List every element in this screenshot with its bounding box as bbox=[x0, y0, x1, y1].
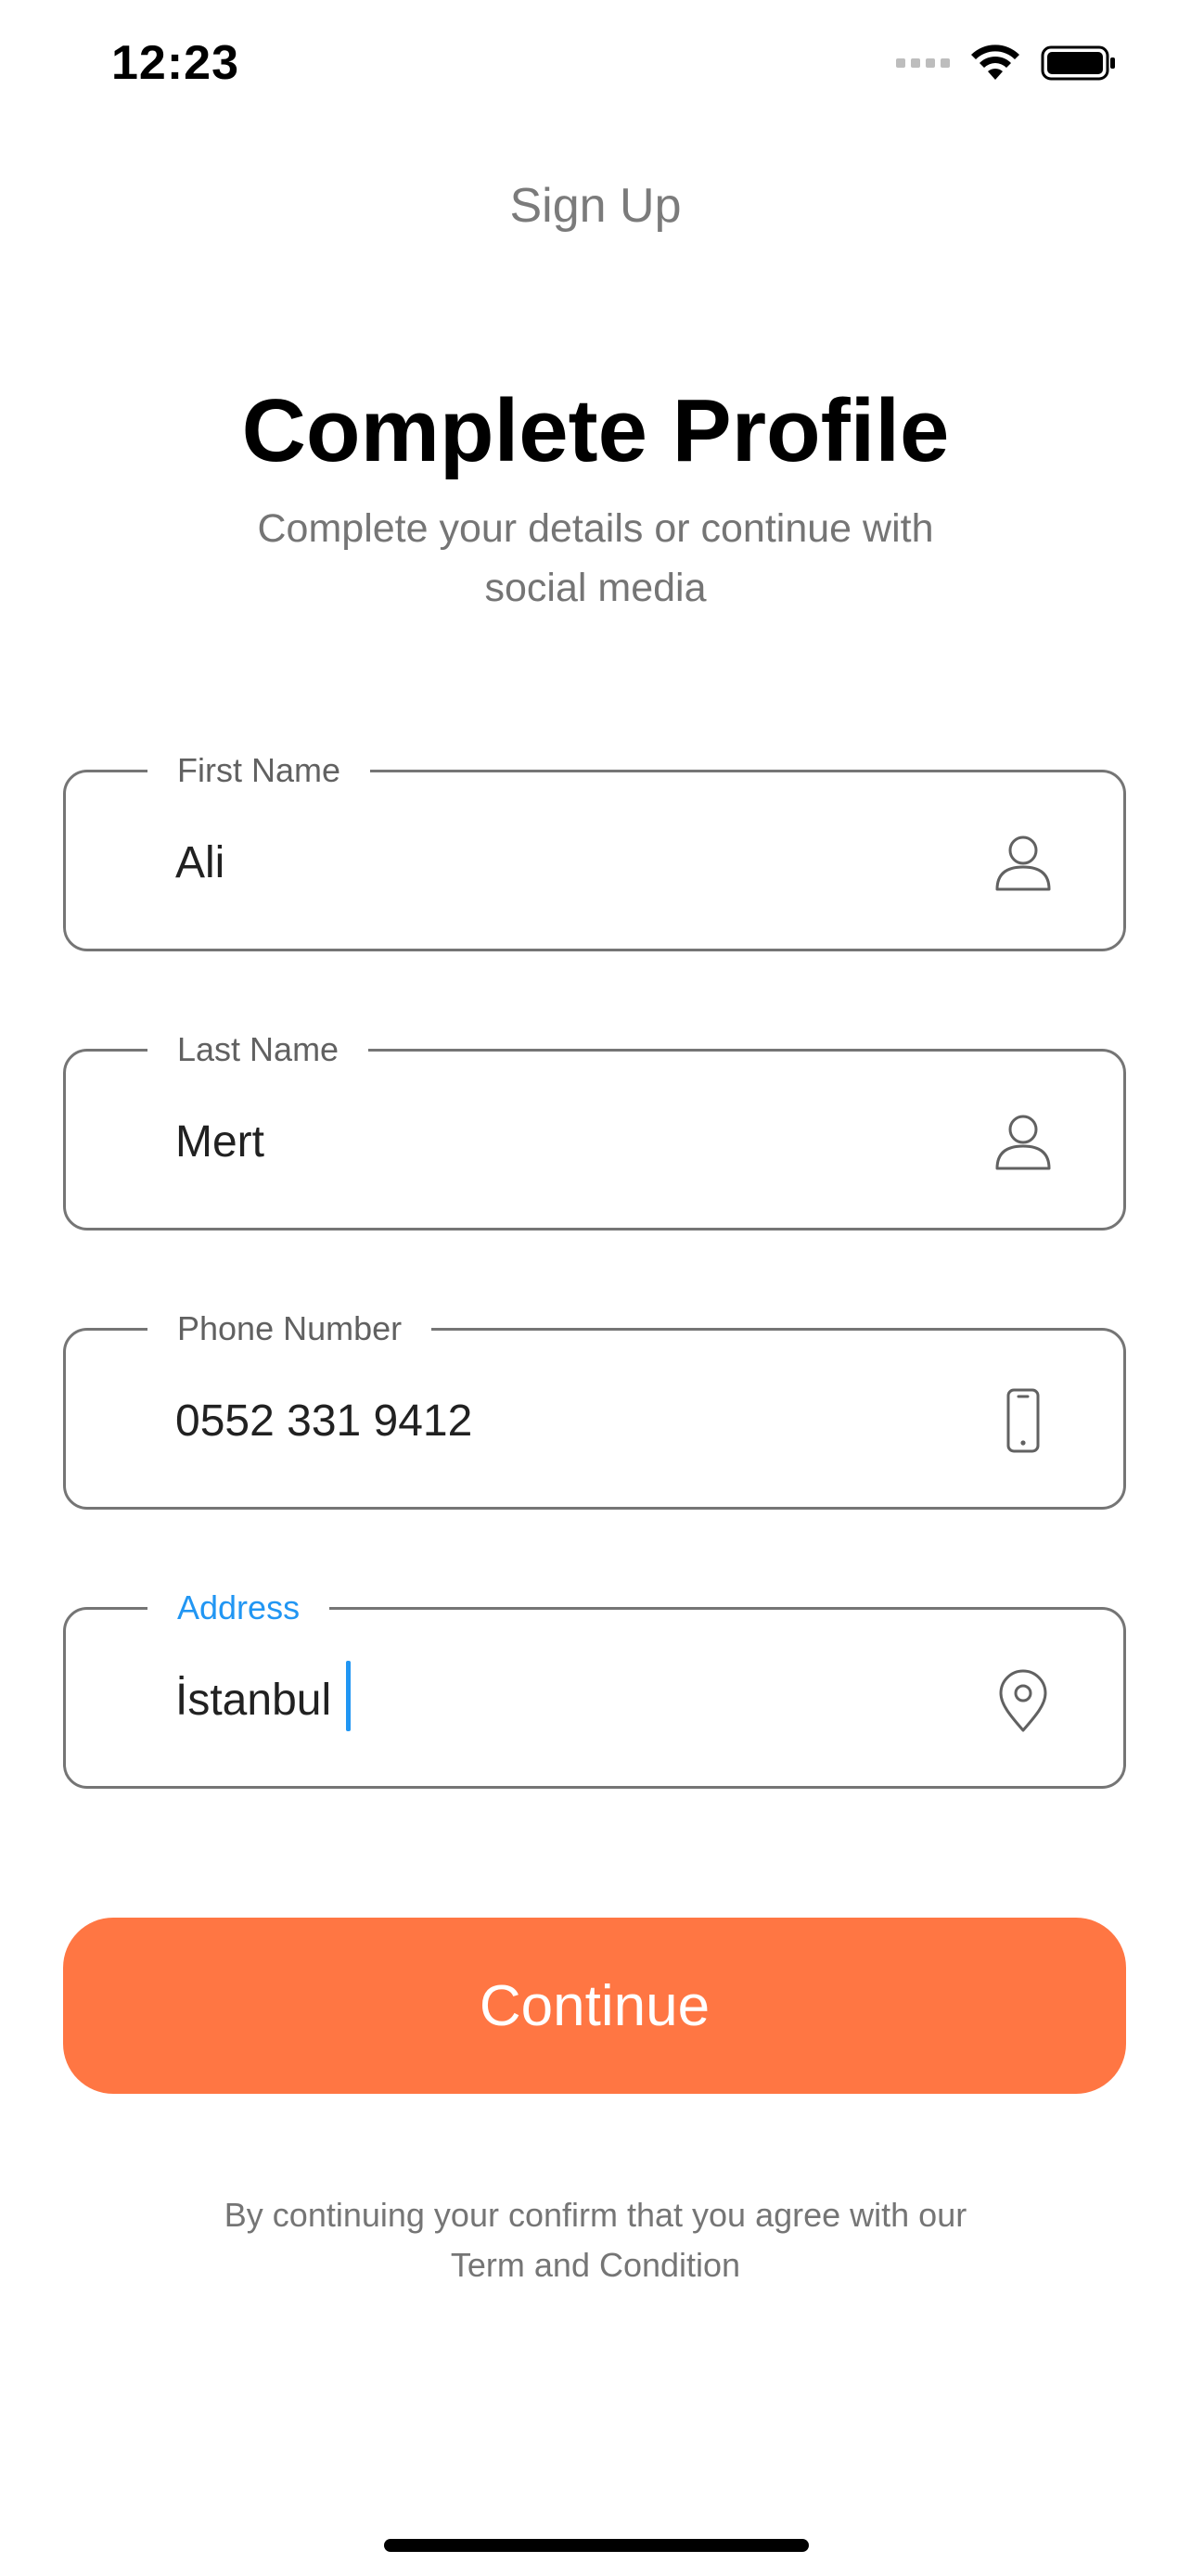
terms-text: By continuing your confirm that you agre… bbox=[224, 2196, 967, 2284]
nav-title: Sign Up bbox=[509, 179, 682, 233]
user-icon bbox=[995, 835, 1051, 891]
last-name-field[interactable]: Last Name bbox=[63, 1027, 1126, 1231]
page-title: Complete Profile bbox=[241, 381, 950, 480]
continue-button[interactable]: Continue bbox=[63, 1918, 1126, 2094]
page-subtitle: Complete your details or continue with s… bbox=[257, 506, 934, 610]
user-icon bbox=[995, 1115, 1051, 1170]
phone-icon bbox=[1006, 1388, 1040, 1453]
address-input[interactable] bbox=[175, 1658, 992, 1741]
text-cursor bbox=[346, 1661, 351, 1731]
cellular-signal-icon bbox=[896, 58, 950, 68]
last-name-input[interactable] bbox=[175, 1100, 992, 1183]
first-name-input[interactable] bbox=[175, 821, 992, 904]
address-field[interactable]: Address bbox=[63, 1586, 1126, 1789]
phone-number-input[interactable] bbox=[175, 1379, 992, 1462]
status-bar: 12:23 bbox=[0, 0, 1191, 139]
status-icons bbox=[896, 45, 1117, 82]
address-label: Address bbox=[147, 1586, 330, 1630]
last-name-label: Last Name bbox=[147, 1027, 369, 1072]
home-indicator[interactable] bbox=[384, 2539, 809, 2552]
location-pin-icon bbox=[999, 1669, 1047, 1732]
battery-icon bbox=[1041, 45, 1115, 81]
wifi-icon bbox=[971, 45, 1019, 80]
phone-number-label: Phone Number bbox=[147, 1307, 432, 1351]
phone-number-field[interactable]: Phone Number bbox=[63, 1307, 1126, 1510]
first-name-label: First Name bbox=[147, 748, 371, 793]
status-time: 12:23 bbox=[111, 36, 239, 90]
first-name-field[interactable]: First Name bbox=[63, 748, 1126, 951]
